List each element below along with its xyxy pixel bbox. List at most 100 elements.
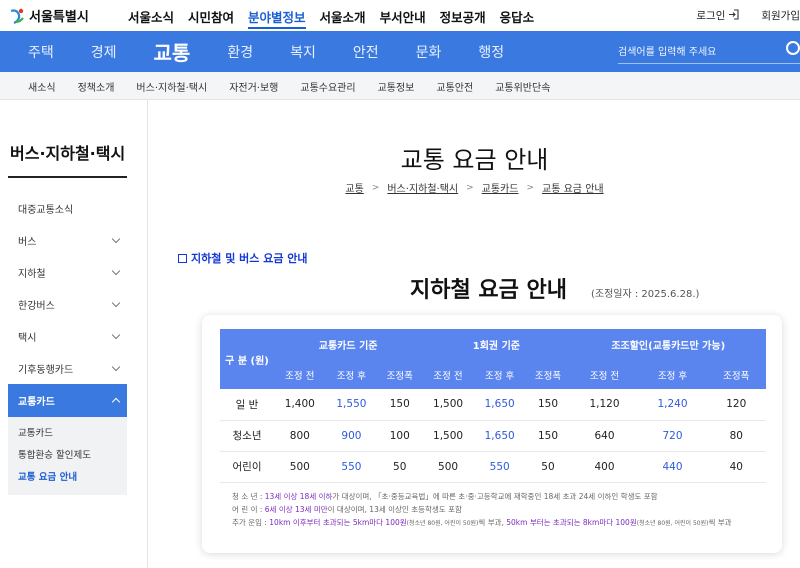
chevron-down-icon [111, 234, 121, 243]
sidebar-item-transit-news[interactable]: 대중교통소식 [8, 192, 127, 224]
table-row: 일 반 1,400 1,550 150 1,500 1,650 150 1,12… [220, 389, 766, 421]
sub-nav-traffic-info[interactable]: 교통정보 [378, 79, 415, 94]
table-cell: 400 [570, 451, 639, 483]
note-small: (청소년 80원, 어린이 50원) [406, 520, 479, 527]
submenu-item-transfer-discount[interactable]: 통합환승 할인제도 [18, 445, 127, 467]
section-heading: 지하철 및 버스 요금 안내 [178, 250, 308, 266]
main-nav-economy[interactable]: 경제 [91, 42, 117, 62]
note-small: (청소년 80원, 어린이 50원) [636, 520, 709, 527]
sub-nav-bus-subway-taxi[interactable]: 버스·지하철·택시 [136, 79, 207, 94]
table-cell: 500 [422, 451, 474, 483]
search-box [618, 40, 800, 64]
table-cell: 640 [570, 420, 639, 452]
group-header-card: 교통카드 기준 [274, 329, 423, 360]
signup-link[interactable]: 회원가입 [761, 8, 800, 23]
note-label: 어 린 이 : [232, 505, 265, 514]
sidebar-divider [8, 176, 127, 178]
submenu-item-fare-guide[interactable]: 교통 요금 안내 [18, 467, 127, 489]
col-before: 조정 전 [274, 360, 326, 389]
sub-nav-policy[interactable]: 정책소개 [78, 79, 115, 94]
main-nav-safety[interactable]: 안전 [353, 42, 379, 62]
table-cell: 500 [274, 451, 326, 483]
main-nav: 주택 경제 교통 환경 복지 안전 문화 행정 [0, 31, 800, 72]
row-label: 일 반 [220, 389, 274, 421]
table-cell: 40 [706, 451, 766, 483]
main-nav-administration[interactable]: 행정 [478, 42, 504, 62]
note-highlight: 10km 이후부터 초과되는 5km마다 100원 [269, 518, 407, 527]
note-label: 추가 운임 : [232, 518, 270, 527]
top-nav-departments[interactable]: 부서안내 [380, 7, 426, 29]
main-nav-culture[interactable]: 문화 [416, 42, 442, 62]
breadcrumb-traffic[interactable]: 교통 [345, 180, 363, 195]
sidebar-title: 버스·지하철·택시 [10, 144, 126, 163]
top-nav-field-info[interactable]: 분야별정보 [248, 7, 306, 29]
group-header-single: 1회권 기준 [422, 329, 571, 360]
top-nav-seoul-news[interactable]: 서울소식 [128, 7, 174, 29]
note-highlight: 50km 부터는 초과되는 8km마다 100원 [506, 518, 637, 527]
note-highlight: 6세 이상 13세 미만 [264, 505, 328, 514]
sidebar-item-climate-card[interactable]: 기후동행카드 [8, 352, 127, 384]
sub-nav-violation[interactable]: 교통위반단속 [495, 79, 550, 94]
square-bullet-icon [178, 253, 187, 263]
col-diff: 조정폭 [525, 360, 571, 389]
table-cell: 150 [525, 420, 571, 452]
top-nav-citizen[interactable]: 시민참여 [188, 7, 234, 29]
login-label: 로그인 [696, 10, 726, 22]
chevron-right-icon: > [466, 182, 474, 193]
chevron-down-icon [111, 330, 121, 339]
top-nav-about[interactable]: 서울소개 [320, 7, 366, 29]
sidebar-item-subway[interactable]: 지하철 [8, 256, 127, 288]
main-nav-environment[interactable]: 환경 [227, 42, 253, 62]
breadcrumb-bus-subway-taxi[interactable]: 버스·지하철·택시 [387, 180, 458, 195]
sidebar-item-bus[interactable]: 버스 [8, 224, 127, 256]
chevron-down-icon [111, 266, 121, 275]
search-input[interactable] [618, 41, 778, 64]
sidebar-item-label: 지하철 [18, 268, 46, 280]
col-diff: 조정폭 [377, 360, 423, 389]
search-icon[interactable] [786, 41, 800, 55]
table-cell: 1,500 [422, 389, 474, 421]
table-cell: 1,650 [473, 420, 526, 452]
sidebar-submenu: 교통카드 통합환승 할인제도 교통 요금 안내 [8, 417, 127, 495]
sidebar-item-taxi[interactable]: 택시 [8, 320, 127, 352]
table-cell: 1,500 [422, 420, 474, 452]
col-after: 조정 후 [473, 360, 526, 389]
table-row: 청소년 800 900 100 1,500 1,650 150 640 720 … [220, 420, 766, 452]
table-cell: 50 [377, 451, 423, 483]
seoul-logo[interactable]: 서울특별시 [8, 6, 89, 25]
main-nav-traffic[interactable]: 교통 [154, 37, 191, 66]
sidebar-item-label: 교통카드 [18, 397, 55, 408]
table-cell: 900 [325, 420, 378, 452]
fare-card: 구 분 (원) 교통카드 기준 1회권 기준 조조할인(교통카드만 가능) 조정… [202, 315, 782, 553]
table-cell: 1,650 [473, 389, 526, 421]
table-cell: 150 [377, 389, 423, 421]
sub-nav-news[interactable]: 새소식 [28, 79, 56, 94]
col-after: 조정 후 [325, 360, 378, 389]
table-cell: 440 [638, 451, 707, 483]
submenu-item-transit-card[interactable]: 교통카드 [18, 423, 127, 445]
sidebar-item-transit-card[interactable]: 교통카드 [8, 384, 127, 417]
table-cell: 800 [274, 420, 326, 452]
chevron-down-icon [111, 362, 121, 371]
sidebar-item-hangang-bus[interactable]: 한강버스 [8, 288, 127, 320]
sub-nav-demand[interactable]: 교통수요관리 [300, 79, 355, 94]
note-text: 씩 부과, [478, 518, 507, 527]
top-nav-response[interactable]: 응답소 [500, 7, 535, 29]
col-diff: 조정폭 [706, 360, 766, 389]
table-cell: 100 [377, 420, 423, 452]
table-cell: 50 [525, 451, 571, 483]
breadcrumb-fare-guide[interactable]: 교통 요금 안내 [542, 180, 604, 195]
main-nav-housing[interactable]: 주택 [28, 42, 54, 62]
login-link[interactable]: 로그인 [696, 8, 739, 23]
sub-nav-bicycle[interactable]: 자전거·보행 [229, 79, 278, 94]
breadcrumb-transit-card[interactable]: 교통카드 [482, 180, 519, 195]
logo-text: 서울특별시 [29, 10, 89, 25]
fare-table: 구 분 (원) 교통카드 기준 1회권 기준 조조할인(교통카드만 가능) 조정… [220, 329, 766, 483]
sub-nav-traffic-safety[interactable]: 교통안전 [436, 79, 473, 94]
col-after: 조정 후 [638, 360, 707, 389]
sidebar-item-label: 기후동행카드 [18, 364, 74, 376]
main-nav-welfare[interactable]: 복지 [290, 42, 316, 62]
top-nav-disclosure[interactable]: 정보공개 [440, 7, 486, 29]
note-text: 이 대상이며, 13세 이상인 초등학생도 포함 [327, 505, 462, 514]
sub-nav: 새소식 정책소개 버스·지하철·택시 자전거·보행 교통수요관리 교통정보 교통… [0, 72, 800, 100]
